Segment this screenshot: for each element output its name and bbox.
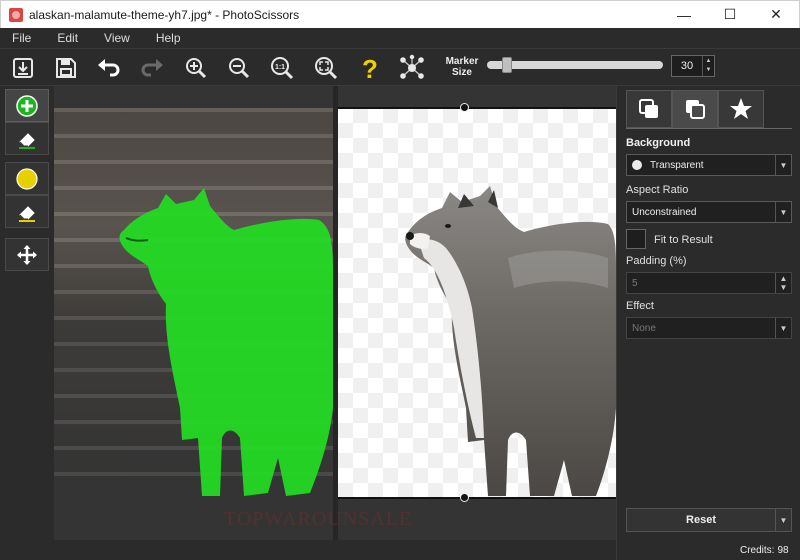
- minimize-button[interactable]: —: [661, 1, 707, 28]
- background-tab-icon: [639, 99, 658, 118]
- app-icon: [9, 7, 23, 22]
- marker-size-slider[interactable]: [487, 61, 663, 69]
- zoom-out-icon: [229, 58, 250, 79]
- foreground-tab-icon: [686, 100, 705, 119]
- aspect-ratio-dropdown[interactable]: Unconstrained ▼: [626, 201, 792, 223]
- background-section-title: Background: [626, 137, 691, 149]
- menu-file[interactable]: File: [12, 31, 31, 45]
- maximize-button[interactable]: ☐: [707, 1, 753, 28]
- source-image-view[interactable]: [54, 108, 333, 498]
- actual-size-button[interactable]: 1:1: [268, 54, 296, 82]
- crop-handle-top[interactable]: [460, 103, 469, 112]
- save-button[interactable]: [52, 54, 80, 82]
- marker-mode-button[interactable]: [398, 54, 426, 82]
- foreground-marker-tool[interactable]: [5, 89, 49, 122]
- open-file-icon: [13, 58, 33, 78]
- redo-icon: [141, 59, 163, 77]
- window-title: alaskan-malamute-theme-yh7.jpg* - PhotoS…: [29, 7, 300, 22]
- image-canvas[interactable]: TOPWAROUNSALE: [54, 86, 616, 540]
- menu-view[interactable]: View: [104, 31, 130, 45]
- dog-foreground-mask: [119, 188, 333, 496]
- svg-text:?: ?: [362, 54, 378, 82]
- transparent-swatch-icon: [632, 160, 642, 170]
- zoom-in-icon: [186, 58, 207, 79]
- tab-foreground[interactable]: [672, 90, 718, 128]
- move-tool[interactable]: [5, 238, 49, 271]
- fit-to-window-icon: [315, 57, 338, 80]
- svg-text:1:1: 1:1: [275, 64, 285, 71]
- aspect-ratio-label: Aspect Ratio: [626, 184, 689, 196]
- title-bar: alaskan-malamute-theme-yh7.jpg* - PhotoS…: [0, 0, 800, 28]
- move-icon: [17, 244, 37, 265]
- crop-bottom-edge[interactable]: [338, 497, 616, 499]
- background-eraser-icon: [19, 205, 35, 222]
- star-icon: [730, 98, 752, 119]
- menu-edit[interactable]: Edit: [57, 31, 78, 45]
- effect-label: Effect: [626, 300, 654, 312]
- menu-help[interactable]: Help: [156, 31, 181, 45]
- undo-button[interactable]: [95, 54, 123, 82]
- reset-button[interactable]: Reset ▼: [626, 508, 792, 532]
- background-dropdown[interactable]: Transparent ▼: [626, 154, 792, 176]
- tab-separator: [626, 128, 792, 129]
- help-button[interactable]: ?: [356, 54, 384, 82]
- fit-to-result-label: Fit to Result: [654, 234, 713, 246]
- marker-size-value[interactable]: 30: [672, 60, 702, 72]
- menu-bar: File Edit View Help: [0, 28, 800, 48]
- close-button[interactable]: ✕: [753, 1, 799, 28]
- tool-palette: [0, 86, 54, 560]
- background-marker-icon: [16, 167, 38, 190]
- canvas-status-strip: [54, 540, 616, 560]
- result-image-view[interactable]: [338, 108, 616, 498]
- background-eraser-tool[interactable]: [5, 195, 49, 228]
- redo-button[interactable]: [138, 54, 166, 82]
- watermark: TOPWAROUNSALE: [224, 508, 413, 530]
- marker-size-spinbox[interactable]: 30 ▲ ▼: [671, 55, 715, 77]
- open-file-button[interactable]: [9, 54, 37, 82]
- window-controls: — ☐ ✕: [661, 1, 799, 28]
- crop-handle-bottom[interactable]: [460, 493, 469, 502]
- tab-background[interactable]: [626, 90, 672, 128]
- marker-size-label: Marker Size: [445, 56, 479, 78]
- effect-dropdown[interactable]: None ▼: [626, 317, 792, 339]
- marker-size-slider-thumb[interactable]: [502, 57, 512, 73]
- credits-counter: Credits: 98: [740, 545, 789, 556]
- panel-tabs: [626, 90, 792, 128]
- save-icon: [56, 58, 76, 78]
- padding-spinbox[interactable]: 5 ▲ ▼: [626, 272, 792, 294]
- zoom-in-button[interactable]: [182, 54, 210, 82]
- foreground-eraser-icon: [19, 132, 35, 149]
- undo-icon: [98, 59, 120, 77]
- dog-result-cutout: [405, 186, 616, 496]
- chevron-down-icon[interactable]: ▼: [775, 318, 791, 338]
- fit-to-result-checkbox[interactable]: [626, 229, 646, 249]
- marker-network-icon: [400, 54, 424, 79]
- fit-to-window-button[interactable]: [312, 54, 340, 82]
- chevron-down-icon[interactable]: ▼: [775, 202, 791, 222]
- tab-effects[interactable]: [718, 90, 764, 128]
- spin-arrows[interactable]: ▲ ▼: [702, 56, 714, 76]
- padding-label: Padding (%): [626, 255, 687, 267]
- crop-top-edge[interactable]: [338, 107, 616, 109]
- settings-panel: Background Transparent ▼ Aspect Ratio Un…: [616, 86, 800, 560]
- actual-size-icon: 1:1: [271, 57, 294, 80]
- zoom-out-button[interactable]: [225, 54, 253, 82]
- help-icon: ?: [362, 54, 378, 82]
- chevron-down-icon[interactable]: ▼: [775, 509, 791, 531]
- spin-arrows-icon[interactable]: ▲ ▼: [775, 273, 791, 293]
- foreground-marker-icon: [16, 94, 38, 117]
- chevron-down-icon[interactable]: ▼: [775, 155, 791, 175]
- background-marker-tool[interactable]: [5, 162, 49, 195]
- foreground-eraser-tool[interactable]: [5, 122, 49, 155]
